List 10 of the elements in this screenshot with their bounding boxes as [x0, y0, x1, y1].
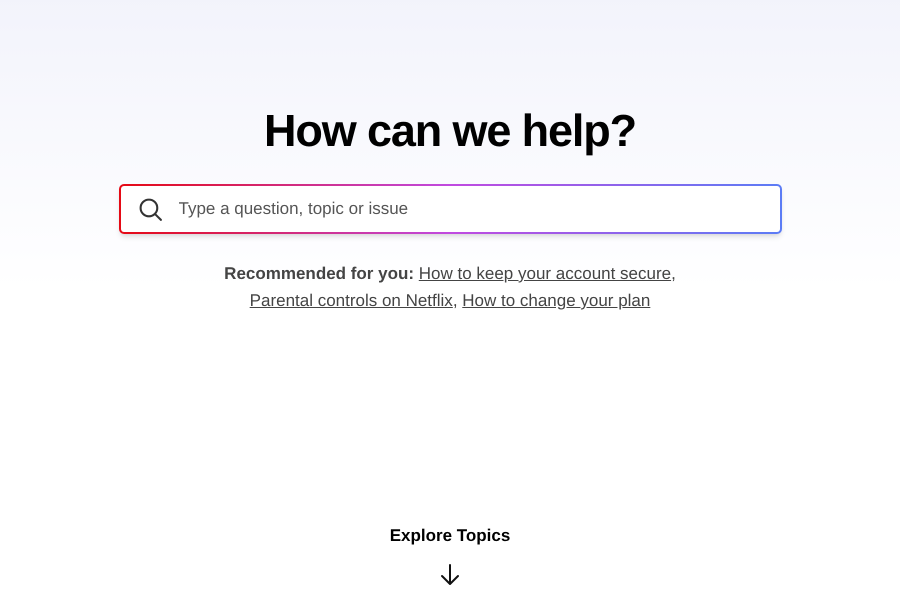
- page-heading: How can we help?: [264, 104, 636, 158]
- help-article-link[interactable]: How to keep your account secure: [418, 264, 672, 283]
- help-article-link[interactable]: Parental controls on Netflix: [250, 291, 453, 310]
- down-arrow-icon: [440, 564, 460, 586]
- search-field[interactable]: Type a question, topic or issue: [118, 184, 782, 234]
- explore-topics-label: Explore Topics: [390, 524, 510, 546]
- help-article-link[interactable]: How to change your plan: [462, 291, 650, 310]
- search-icon: [138, 196, 162, 222]
- search-input[interactable]: Type a question, topic or issue: [178, 196, 780, 222]
- recommended-links-text: Recommended for you: How to keep your account secure, Parental controls on Netflix, How to change your plan: [223, 263, 677, 312]
